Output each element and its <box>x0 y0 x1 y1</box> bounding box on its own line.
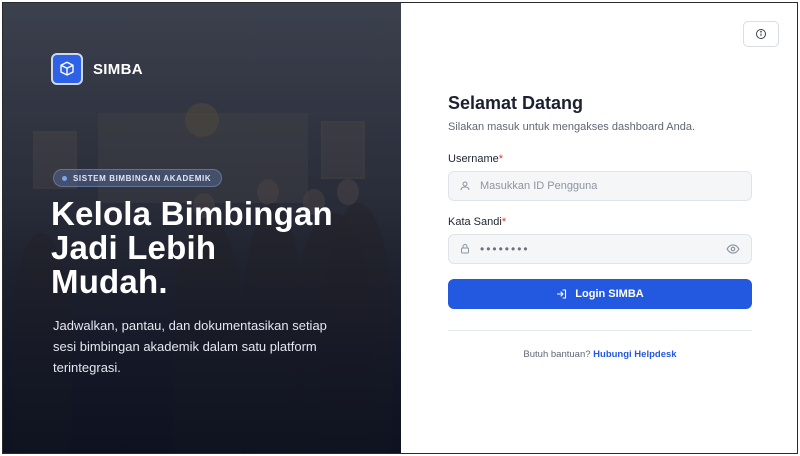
password-label: Kata Sandi* <box>448 216 506 228</box>
login-panel: Selamat Datang Silakan masuk untuk menga… <box>401 3 797 453</box>
hero-headline: Kelola Bimbingan Jadi Lebih Mudah. <box>51 197 381 299</box>
brand: SIMBA <box>51 53 143 85</box>
headline-line: Kelola Bimbingan <box>51 195 333 232</box>
brand-name: SIMBA <box>93 60 143 78</box>
headline-line: Jadi Lebih <box>51 229 217 266</box>
login-button-label: Login SIMBA <box>575 288 644 300</box>
user-icon <box>460 181 470 191</box>
lock-icon <box>461 244 469 254</box>
eye-icon[interactable] <box>725 241 741 257</box>
help-question: Butuh bantuan? <box>523 349 591 360</box>
dot-icon <box>62 175 67 181</box>
login-button[interactable]: Login SIMBA <box>448 279 752 309</box>
info-button[interactable] <box>743 21 779 47</box>
username-field[interactable] <box>448 171 752 201</box>
page-title: Selamat Datang <box>448 93 584 113</box>
required-mark: * <box>498 153 504 165</box>
password-input[interactable]: •••••••• <box>480 242 725 256</box>
page-subtitle: Silakan masuk untuk mengakses dashboard … <box>448 121 696 133</box>
box-logo-icon <box>51 53 83 85</box>
required-mark: * <box>501 216 507 228</box>
hero-description: Jadwalkan, pantau, dan dokumentasikan se… <box>53 318 327 375</box>
login-icon <box>556 288 568 300</box>
help-text: Butuh bantuan? Hubungi Helpdesk <box>448 349 752 360</box>
info-icon <box>756 29 766 39</box>
username-label: Username* <box>448 153 503 165</box>
password-field[interactable]: •••••••• <box>448 234 752 264</box>
divider <box>448 330 752 331</box>
hero-panel: SIMBA SISTEM BIMBINGAN AKADEMIK Kelola B… <box>3 3 401 453</box>
password-label-text: Kata Sandi <box>448 216 502 228</box>
helpdesk-link[interactable]: Hubungi Helpdesk <box>593 349 676 360</box>
headline-line: Mudah. <box>51 263 168 300</box>
username-input[interactable] <box>480 180 741 192</box>
username-label-text: Username <box>448 153 499 165</box>
section-badge: SISTEM BIMBINGAN AKADEMIK <box>53 169 223 187</box>
app-window: SIMBA SISTEM BIMBINGAN AKADEMIK Kelola B… <box>2 2 798 454</box>
badge-text: SISTEM BIMBINGAN AKADEMIK <box>73 173 212 183</box>
